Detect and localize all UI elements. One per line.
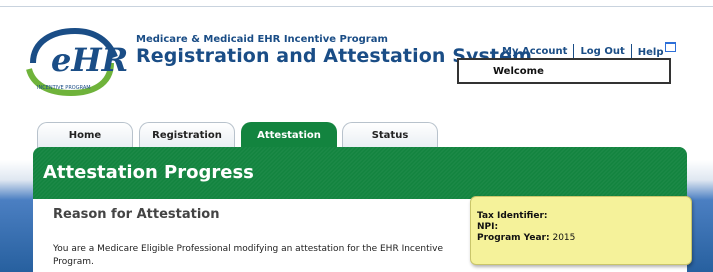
logo-text: eHR [51, 41, 127, 79]
npi-row: NPI: [477, 222, 691, 233]
logo-subtext: INCENTIVE PROGRAM [37, 85, 91, 91]
log-out-link[interactable]: Log Out [574, 46, 630, 57]
welcome-box: Welcome [457, 58, 671, 84]
tab-home[interactable]: Home [37, 122, 133, 148]
provider-info-box: Tax Identifier: NPI: Program Year: 2015 [470, 196, 692, 265]
help-label[interactable]: Help [638, 47, 664, 58]
ehr-logo[interactable]: eHR INCENTIVE PROGRAM [23, 27, 127, 97]
npi-label: NPI: [477, 222, 499, 232]
section-title: Reason for Attestation [53, 207, 220, 222]
attestation-description: You are a Medicare Eligible Professional… [53, 244, 444, 267]
account-links: My Account Log Out Help [496, 41, 683, 59]
external-window-icon [665, 41, 677, 52]
tab-attestation[interactable]: Attestation [241, 122, 337, 149]
my-account-link[interactable]: My Account [496, 46, 573, 57]
program-year-value: 2015 [552, 233, 576, 243]
tax-identifier-row: Tax Identifier: [477, 211, 691, 222]
program-year-row: Program Year: 2015 [477, 233, 691, 244]
help-link[interactable]: Help [632, 41, 683, 58]
tab-registration[interactable]: Registration [139, 122, 235, 148]
page-title: Attestation Progress [43, 162, 254, 183]
tab-status[interactable]: Status [342, 122, 438, 148]
program-year-label: Program Year: [477, 233, 550, 243]
program-title: Medicare & Medicaid EHR Incentive Progra… [136, 34, 388, 45]
tax-identifier-label: Tax Identifier: [477, 211, 548, 221]
page-banner: Attestation Progress [33, 147, 687, 199]
